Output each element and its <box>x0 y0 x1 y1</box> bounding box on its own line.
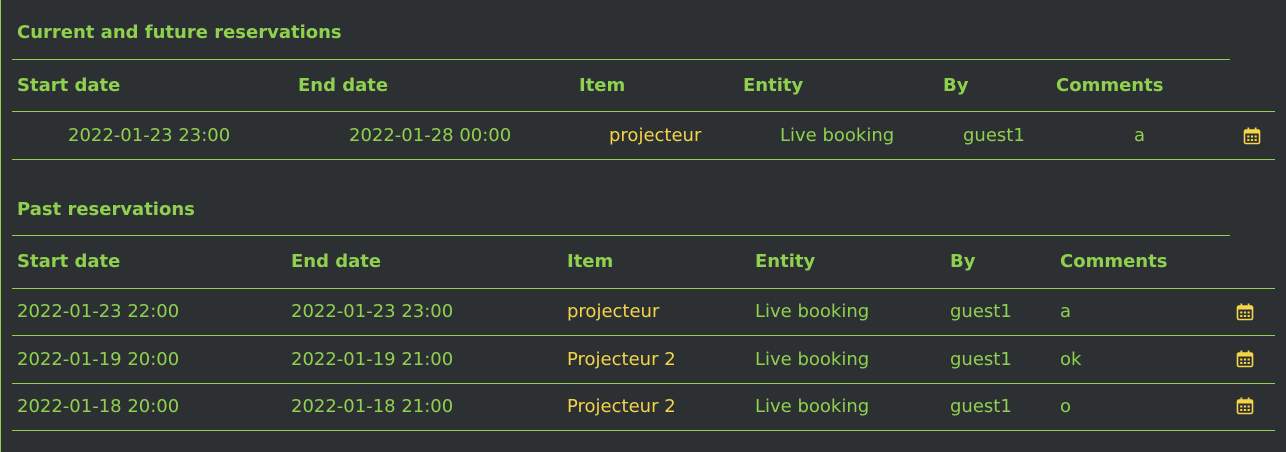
row-by: guest1 <box>950 396 1012 417</box>
past-header-item[interactable]: Item <box>567 251 613 272</box>
row-item: Projecteur 2 <box>567 349 676 370</box>
current-header-item[interactable]: Item <box>579 75 625 96</box>
current-header-by[interactable]: By <box>943 75 968 96</box>
row-end-date: 2022-01-19 21:00 <box>291 349 454 370</box>
row-start-date: 2022-01-23 23:00 <box>68 125 231 146</box>
row-comments: o <box>1060 396 1072 417</box>
current-header-start[interactable]: Start date <box>17 75 120 96</box>
row-item: projecteur <box>609 125 702 146</box>
current-header-end[interactable]: End date <box>298 75 388 96</box>
current-header-entity[interactable]: Entity <box>743 75 803 96</box>
row-start-date: 2022-01-19 20:00 <box>17 349 180 370</box>
row-entity: Live booking <box>780 125 895 146</box>
past-header-start[interactable]: Start date <box>17 251 120 272</box>
current-title-divider <box>12 59 1230 60</box>
past-header-comments[interactable]: Comments <box>1060 251 1167 272</box>
past-title-divider <box>12 235 1230 236</box>
row-end-date: 2022-01-23 23:00 <box>291 301 454 322</box>
row-comments: a <box>1060 301 1072 322</box>
past-header-entity[interactable]: Entity <box>755 251 815 272</box>
row-item: projecteur <box>567 301 660 322</box>
calendar-icon[interactable] <box>1236 397 1254 415</box>
row-divider <box>12 335 1275 336</box>
row-item: Projecteur 2 <box>567 396 676 417</box>
calendar-icon[interactable] <box>1236 350 1254 368</box>
row-entity: Live booking <box>755 301 870 322</box>
calendar-icon[interactable] <box>1236 303 1254 321</box>
past-reservations-title: Past reservations <box>17 199 195 220</box>
row-end-date: 2022-01-18 21:00 <box>291 396 454 417</box>
row-by: guest1 <box>963 125 1025 146</box>
current-header-divider <box>12 111 1275 112</box>
row-comments: ok <box>1060 349 1082 370</box>
row-entity: Live booking <box>755 396 870 417</box>
row-comments: a <box>1134 125 1146 146</box>
past-header-by[interactable]: By <box>950 251 975 272</box>
row-divider <box>12 383 1275 384</box>
row-by: guest1 <box>950 301 1012 322</box>
row-divider <box>12 430 1275 431</box>
row-entity: Live booking <box>755 349 870 370</box>
current-header-comments[interactable]: Comments <box>1056 75 1163 96</box>
row-by: guest1 <box>950 349 1012 370</box>
row-start-date: 2022-01-18 20:00 <box>17 396 180 417</box>
row-end-date: 2022-01-28 00:00 <box>349 125 512 146</box>
row-divider <box>12 159 1275 160</box>
past-header-end[interactable]: End date <box>291 251 381 272</box>
current-reservations-title: Current and future reservations <box>17 22 342 43</box>
past-header-divider <box>12 288 1275 289</box>
row-start-date: 2022-01-23 22:00 <box>17 301 180 322</box>
calendar-icon[interactable] <box>1243 127 1261 145</box>
